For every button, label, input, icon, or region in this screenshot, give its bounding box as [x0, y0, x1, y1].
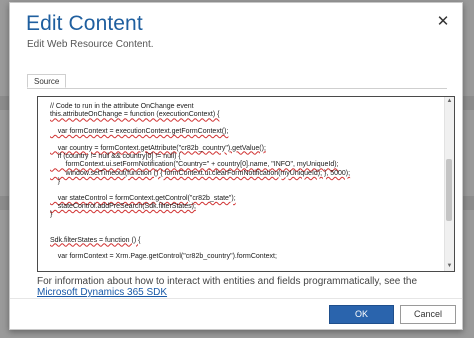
code-line: stateControl.addPreSearch(Sdk.filterStat…	[50, 203, 196, 211]
close-icon[interactable]: ✕	[436, 14, 450, 29]
dialog-title: Edit Content	[26, 12, 143, 35]
code-line: }	[50, 211, 53, 219]
code-line: // Code to run in the attribute OnChange…	[50, 103, 194, 110]
code-editor[interactable]: // Code to run in the attribute OnChange…	[37, 96, 455, 272]
cancel-button[interactable]: Cancel	[400, 305, 456, 324]
code-line: var formContext = executionContext.getFo…	[50, 128, 229, 136]
help-text-body: For information about how to interact wi…	[37, 276, 417, 287]
code-line: formContext.ui.setFormNotification("Coun…	[50, 161, 339, 169]
code-line: window.setTimeout(function () { formCont…	[50, 169, 351, 177]
sdk-link[interactable]: Microsoft Dynamics 365 SDK	[37, 287, 167, 298]
code-line: Sdk.filterStates = function () {	[50, 236, 141, 244]
code-line: var formContext = Xrm.Page.getControl("c…	[50, 253, 277, 261]
editor-scrollbar[interactable]: ▲ ▼	[444, 97, 454, 271]
dialog-subtitle: Edit Web Resource Content.	[27, 39, 154, 50]
code-line: if (country != null && country[0] != nul…	[50, 153, 181, 161]
footer-divider	[10, 298, 462, 299]
code-line: }	[50, 178, 61, 186]
code-line: var country = formContext.getAttribute("…	[50, 144, 266, 152]
tab-source[interactable]: Source	[27, 74, 67, 88]
ok-button[interactable]: OK	[329, 305, 394, 324]
chevron-up-icon[interactable]: ▲	[445, 97, 454, 106]
code-text[interactable]: // Code to run in the attribute OnChange…	[50, 103, 442, 262]
scrollbar-thumb[interactable]	[446, 159, 452, 221]
help-text: For information about how to interact wi…	[37, 276, 455, 298]
code-line: this.attributeOnChange = function (execu…	[50, 111, 220, 119]
tab-bar: Source	[27, 74, 447, 89]
code-line: var stateControl = formContext.getContro…	[50, 194, 236, 202]
chevron-down-icon[interactable]: ▼	[445, 262, 454, 271]
edit-content-dialog: Edit Content Edit Web Resource Content. …	[9, 2, 463, 330]
